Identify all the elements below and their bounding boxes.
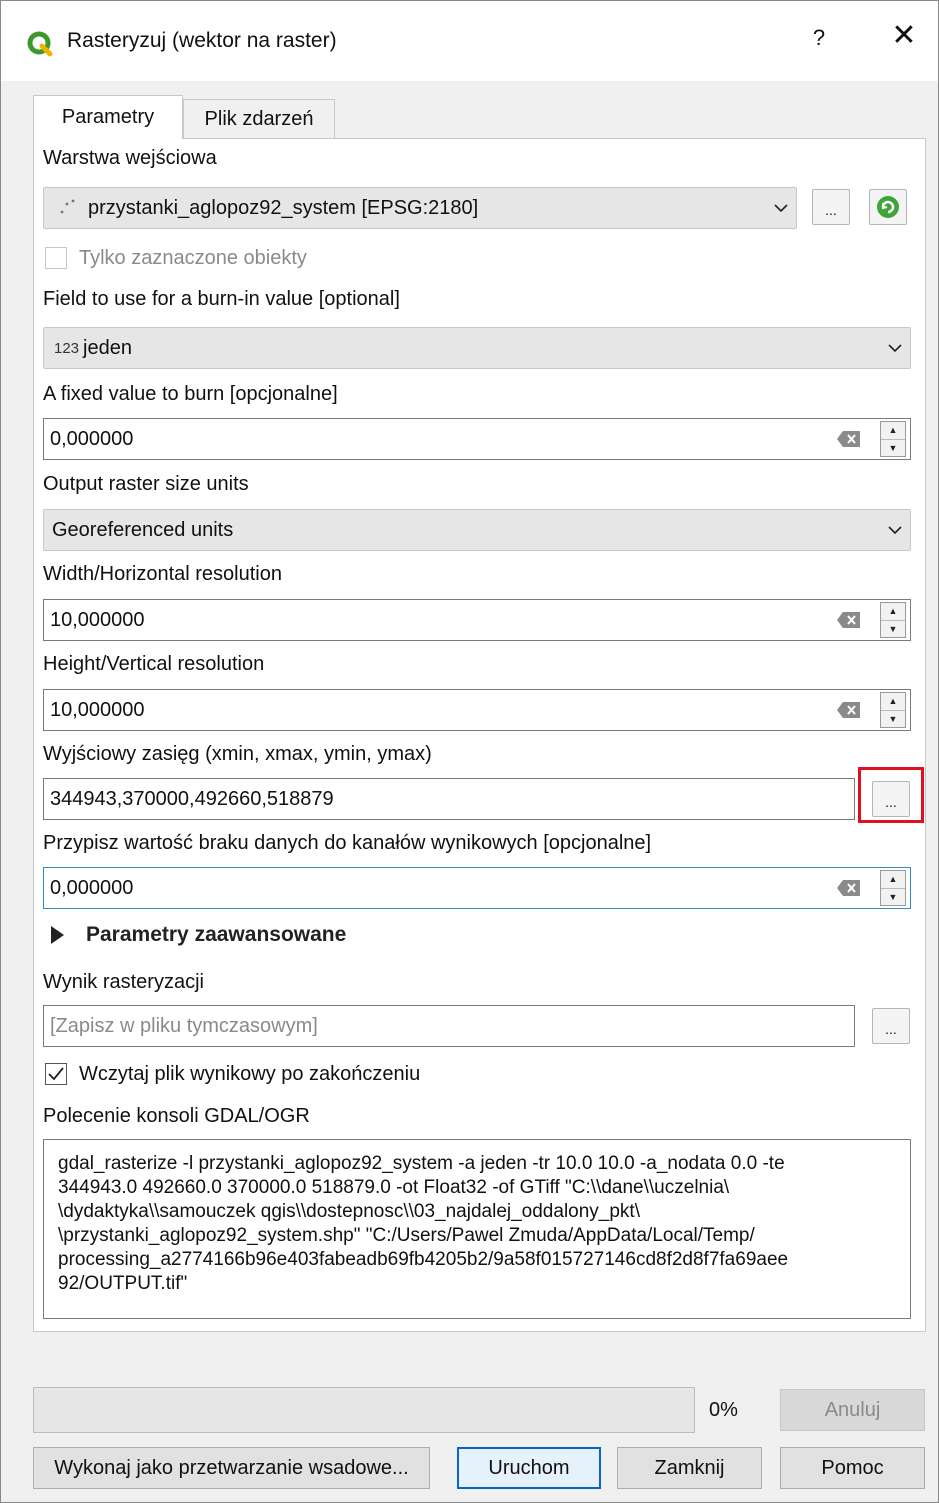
help-button[interactable]: Pomoc	[780, 1447, 925, 1489]
selected-only-checkbox[interactable]	[45, 247, 67, 269]
help-icon[interactable]: ?	[807, 25, 831, 51]
output-browse-button[interactable]: ...	[872, 1008, 910, 1044]
burn-field-combo[interactable]: 123 jeden	[43, 327, 911, 369]
height-res-input[interactable]: 10,000000	[44, 699, 836, 722]
highlight-box	[858, 767, 924, 823]
spin-buttons[interactable]: ▲ ▼	[880, 421, 906, 457]
size-units-combo[interactable]: Georeferenced units	[43, 509, 911, 551]
extent-input[interactable]: 344943,370000,492660,518879	[43, 778, 855, 820]
console-label: Polecenie konsoli GDAL/OGR	[43, 1105, 310, 1127]
clear-icon[interactable]	[836, 610, 862, 630]
qgis-logo-icon	[27, 31, 53, 57]
fixed-value-label: A fixed value to burn [opcjonalne]	[43, 383, 338, 405]
selected-only-label: Tylko zaznaczone obiekty	[79, 247, 307, 269]
cancel-button[interactable]: Anuluj	[780, 1389, 925, 1431]
extent-label: Wyjściowy zasięg (xmin, xmax, ymin, ymax…	[43, 743, 432, 765]
width-res-spinbox[interactable]: 10,000000 ▲ ▼	[43, 599, 911, 641]
gdal-command-text[interactable]: gdal_rasterize -l przystanki_aglopoz92_s…	[43, 1139, 911, 1319]
close-icon[interactable]: ✕	[889, 21, 919, 51]
iterate-button[interactable]	[869, 189, 907, 225]
open-output-checkbox[interactable]	[45, 1063, 67, 1085]
advanced-parameters-toggle[interactable]: Parametry zaawansowane	[51, 923, 346, 947]
height-res-spinbox[interactable]: 10,000000 ▲ ▼	[43, 689, 911, 731]
width-res-label: Width/Horizontal resolution	[43, 563, 282, 585]
chevron-down-icon	[766, 188, 796, 228]
clear-icon[interactable]	[836, 700, 862, 720]
output-label: Wynik rasteryzacji	[43, 971, 204, 993]
clear-icon[interactable]	[836, 429, 862, 449]
tab-log[interactable]: Plik zdarzeń	[183, 99, 335, 139]
width-res-input[interactable]: 10,000000	[44, 609, 836, 632]
chevron-down-icon	[880, 328, 910, 368]
burn-field-value: jeden	[83, 336, 132, 359]
title-bar: Rasteryzuj (wektor na raster) ? ✕	[1, 1, 938, 81]
nodata-label: Przypisz wartość braku danych do kanałów…	[43, 832, 652, 854]
height-res-label: Height/Vertical resolution	[43, 653, 265, 675]
checkmark-icon	[48, 1067, 64, 1081]
run-button[interactable]: Uruchom	[457, 1447, 601, 1489]
input-layer-label: Warstwa wejściowa	[43, 147, 217, 169]
fixed-value-spinbox[interactable]: 0,000000 ▲ ▼	[43, 418, 911, 460]
expand-arrow-icon	[51, 926, 64, 944]
fixed-value-input[interactable]: 0,000000	[44, 428, 836, 451]
chevron-down-icon	[880, 510, 910, 550]
spin-buttons[interactable]: ▲ ▼	[880, 692, 906, 728]
output-path-input[interactable]: [Zapisz w pliku tymczasowym]	[43, 1005, 855, 1047]
open-output-label: Wczytaj plik wynikowy po zakończeniu	[79, 1063, 421, 1085]
tab-parameters[interactable]: Parametry	[33, 95, 183, 139]
burn-field-label: Field to use for a burn-in value [option…	[43, 288, 400, 310]
nodata-input[interactable]: 0,000000	[44, 877, 836, 900]
clear-icon[interactable]	[836, 878, 862, 898]
window-title: Rasteryzuj (wektor na raster)	[67, 29, 337, 52]
spin-buttons[interactable]: ▲ ▼	[880, 870, 906, 906]
input-layer-browse-button[interactable]: ...	[812, 189, 850, 225]
advanced-parameters-label: Parametry zaawansowane	[86, 923, 347, 946]
numeric-field-icon: 123	[54, 339, 80, 357]
input-layer-combo[interactable]: przystanki_aglopoz92_system [EPSG:2180]	[43, 187, 797, 229]
nodata-spinbox[interactable]: 0,000000 ▲ ▼	[43, 867, 911, 909]
progress-bar	[33, 1387, 695, 1433]
spin-buttons[interactable]: ▲ ▼	[880, 602, 906, 638]
size-units-value: Georeferenced units	[52, 518, 234, 541]
point-layer-icon	[60, 199, 75, 214]
input-layer-value: przystanki_aglopoz92_system [EPSG:2180]	[88, 196, 479, 219]
dialog-window: Rasteryzuj (wektor na raster) ? ✕ Parame…	[0, 0, 939, 1503]
progress-percent: 0%	[709, 1399, 738, 1421]
batch-process-button[interactable]: Wykonaj jako przetwarzanie wsadowe...	[33, 1447, 430, 1489]
size-units-label: Output raster size units	[43, 473, 249, 495]
iterate-icon	[877, 196, 899, 218]
close-button[interactable]: Zamknij	[617, 1447, 762, 1489]
